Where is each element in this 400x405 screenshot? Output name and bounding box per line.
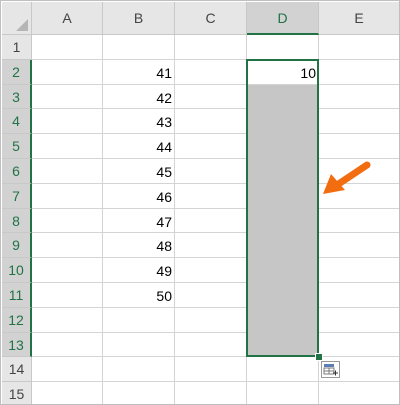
cell-b12[interactable] (103, 308, 175, 333)
row-gridline (32, 331, 399, 333)
row-gridline (32, 282, 399, 283)
cell-d15[interactable] (247, 382, 319, 404)
cell-b7[interactable]: 46 (103, 184, 175, 209)
selection-border (246, 58, 319, 358)
row-header-6[interactable]: 6 (2, 159, 32, 184)
row-header-1[interactable]: 1 (2, 35, 32, 60)
row-gridline (32, 381, 399, 383)
fill-handle[interactable] (315, 353, 323, 362)
row-gridline (32, 58, 399, 60)
row-gridline (32, 133, 399, 135)
row-gridline (32, 232, 399, 234)
column-header-a[interactable]: A (32, 2, 103, 35)
autofill-grid-icon (323, 364, 338, 376)
cell-b15[interactable] (103, 382, 175, 404)
cell-b10[interactable]: 49 (103, 258, 175, 283)
column-header-e[interactable]: E (319, 2, 399, 35)
column-header-c[interactable]: C (175, 2, 247, 35)
row-gridline (32, 108, 399, 110)
cell-b5[interactable]: 44 (103, 134, 175, 159)
row-gridline (32, 306, 399, 308)
cell-d1[interactable] (247, 35, 319, 60)
cell-b8[interactable]: 47 (103, 209, 175, 234)
cell-b11[interactable]: 50 (103, 283, 175, 308)
column-header-b[interactable]: B (103, 2, 175, 35)
cell-b14[interactable] (103, 357, 175, 382)
row-header-14[interactable]: 14 (2, 357, 32, 383)
row-header-7[interactable]: 7 (2, 183, 32, 209)
row-header-5[interactable]: 5 (2, 134, 32, 159)
row-header-13[interactable]: 13 (2, 332, 32, 358)
cell-b2[interactable]: 41 (103, 60, 175, 85)
column-header-d[interactable]: D (247, 2, 319, 35)
row-gridline (32, 356, 399, 358)
cell-b4[interactable]: 43 (103, 109, 175, 134)
cell-b9[interactable]: 48 (103, 233, 175, 258)
row-header-10[interactable]: 10 (2, 258, 32, 283)
cell-b1[interactable] (103, 35, 175, 60)
row-header-4[interactable]: 4 (2, 109, 32, 135)
cell-b3[interactable]: 42 (103, 85, 175, 110)
row-header-3[interactable]: 3 (2, 84, 32, 110)
arrow-icon (323, 161, 371, 194)
cell-d14[interactable] (247, 357, 319, 382)
row-gridline (32, 83, 399, 85)
row-header-11[interactable]: 11 (2, 283, 32, 308)
row-header-15[interactable]: 15 (2, 382, 32, 404)
row-header-2[interactable]: 2 (2, 59, 32, 85)
row-gridline (32, 257, 399, 259)
spreadsheet[interactable]: ABCDE 1 2 3 4 5 6 7 8 9 10 11 12 13 14 15 41 42 43 44 45 46… (0, 0, 400, 405)
row-header-9[interactable]: 9 (2, 233, 32, 259)
cell-b6[interactable]: 45 (103, 159, 175, 184)
select-all-corner[interactable] (2, 2, 32, 35)
autofill-options-icon[interactable] (321, 361, 340, 379)
row-gridline (32, 207, 399, 209)
row-header-12[interactable]: 12 (2, 307, 32, 333)
cell-b13[interactable] (103, 333, 175, 358)
row-header-8[interactable]: 8 (2, 208, 32, 234)
